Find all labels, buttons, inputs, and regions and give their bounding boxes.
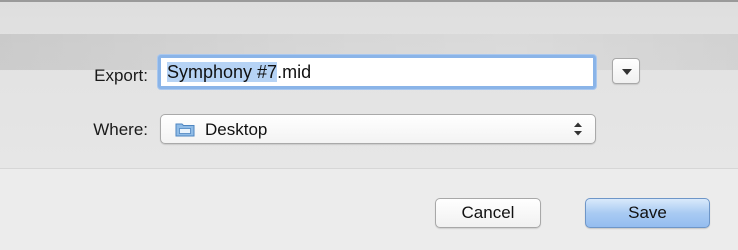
filename-extension-text: .mid <box>277 62 312 82</box>
export-label: Export: <box>94 66 148 85</box>
cancel-button[interactable]: Cancel <box>435 198 541 228</box>
filename-field[interactable]: Symphony #7.mid <box>158 55 596 89</box>
disclosure-triangle-icon <box>622 69 632 75</box>
where-label: Where: <box>93 120 148 139</box>
location-popup[interactable]: Desktop <box>160 114 596 144</box>
footer-divider <box>0 168 738 169</box>
save-dialog: Export: Symphony #7.mid Where: Desktop C… <box>0 0 738 250</box>
up-down-arrows-icon <box>574 122 582 136</box>
save-button[interactable]: Save <box>585 198 710 228</box>
location-label: Desktop <box>205 120 268 139</box>
expand-dialog-button[interactable] <box>612 58 640 84</box>
sheet-top-edge <box>0 0 738 2</box>
filename-selected-text: Symphony #7 <box>167 62 278 82</box>
folder-icon <box>175 123 195 137</box>
